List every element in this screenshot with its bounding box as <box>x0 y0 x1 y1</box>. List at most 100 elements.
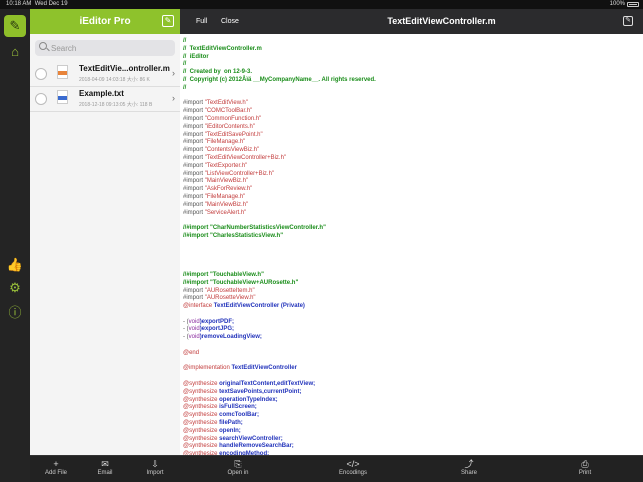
open-in-button[interactable]: ⎘ Open in <box>222 456 254 482</box>
code-line[interactable]: #import "TextEditView.h" <box>183 100 376 108</box>
code-line[interactable]: - (void)exportPDF; <box>183 319 376 327</box>
code-token: //#import "TouchableView.h" <box>183 271 264 278</box>
code-line[interactable] <box>183 311 376 319</box>
select-radio[interactable] <box>35 93 47 105</box>
code-token: #import <box>183 154 205 161</box>
code-token: #import <box>183 209 205 216</box>
home-icon[interactable]: ⌂ <box>6 42 24 60</box>
code-token: "COMCToolBar.h" <box>204 108 253 115</box>
info-icon[interactable]: ⓘ <box>6 302 24 320</box>
code-line[interactable]: //#import "TouchableView+AURosette.h" <box>183 280 376 288</box>
code-line[interactable]: @implementation TextEditViewController <box>183 365 376 373</box>
code-line[interactable]: @synthesize originalTextContent,editText… <box>183 381 376 389</box>
code-line[interactable] <box>183 342 376 350</box>
code-line[interactable] <box>183 373 376 381</box>
code-line[interactable]: @synthesize searchViewController; <box>183 436 376 444</box>
code-token: #import <box>183 287 205 294</box>
code-line[interactable]: #import "FileManage.h" <box>183 139 376 147</box>
code-line[interactable]: #import "AskForReview.h" <box>183 186 376 194</box>
code-line[interactable] <box>183 256 376 264</box>
code-line[interactable]: #import "ContentsViewBiz.h" <box>183 147 376 155</box>
code-line[interactable]: @synthesize filePath; <box>183 420 376 428</box>
code-line[interactable]: - (void)exportJPG; <box>183 326 376 334</box>
code-line[interactable]: #import "iEditorContents.h" <box>183 124 376 132</box>
code-line[interactable]: @end <box>183 350 376 358</box>
code-token: @synthesize <box>183 427 220 434</box>
code-token: "ServiceAlert.h" <box>204 209 247 216</box>
code-line[interactable] <box>183 264 376 272</box>
plus-icon: + <box>53 459 59 469</box>
code-line[interactable]: @synthesize isFullScreen; <box>183 404 376 412</box>
code-line[interactable]: @synthesize operationTypeIndex; <box>183 397 376 405</box>
code-line[interactable] <box>183 358 376 366</box>
import-icon: ⇩ <box>151 459 159 469</box>
code-line[interactable]: //#import "TouchableView.h" <box>183 272 376 280</box>
share-button[interactable]: ⤴ Share <box>454 456 484 482</box>
email-button[interactable]: ✉ Email <box>90 456 120 482</box>
code-line[interactable]: - (void)removeLoadingView; <box>183 334 376 342</box>
code-token: //#import "CharNumberStatisticsViewContr… <box>183 225 326 232</box>
code-line[interactable]: #import "MainViewBiz.h" <box>183 202 376 210</box>
code-line[interactable]: @synthesize textSavePoints,currentPoint; <box>183 389 376 397</box>
open-in-icon: ⎘ <box>234 459 242 469</box>
import-button[interactable]: ⇩ Import <box>140 456 170 482</box>
print-button[interactable]: ⎙ Print <box>571 456 599 482</box>
code-line[interactable]: // Created by on 12-9-3. <box>183 69 376 77</box>
code-line[interactable]: @synthesize openIn; <box>183 428 376 436</box>
code-line[interactable]: #import "TextExporter.h" <box>183 163 376 171</box>
code-line[interactable]: //#import "CharlesStatisticsView.h" <box>183 233 376 241</box>
code-line[interactable]: // TextEditViewController.m <box>183 46 376 54</box>
status-time: 10:18 AM Wed Dec 19 <box>6 1 68 7</box>
code-token: "AskForReview.h" <box>204 186 253 193</box>
code-line[interactable] <box>183 93 376 101</box>
code-token: void <box>188 318 200 325</box>
code-token: // iEditor <box>183 53 209 60</box>
code-line[interactable]: #import "TextEditSavePoint.h" <box>183 132 376 140</box>
file-row[interactable]: Example.txt 2018-12-18 09:13:05 大小: 118 B… <box>30 87 180 112</box>
code-token: @synthesize <box>183 443 220 450</box>
code-line[interactable]: #import "CommonFunction.h" <box>183 116 376 124</box>
thumbs-up-icon[interactable]: 👍 <box>6 256 24 274</box>
code-line[interactable]: #import "FileManage.h" <box>183 194 376 202</box>
edit-icon[interactable]: ✎ <box>623 16 633 26</box>
file-row[interactable]: TextEditVie...ontroller.m 2018-04-09 14:0… <box>30 62 180 87</box>
code-line[interactable]: // iEditor <box>183 54 376 62</box>
code-text[interactable]: //// TextEditViewController.m// iEditor /… <box>183 38 376 455</box>
add-file-button[interactable]: + Add File <box>40 456 72 482</box>
code-line[interactable]: #import "AURosetteView.h" <box>183 295 376 303</box>
code-line[interactable] <box>183 241 376 249</box>
code-line[interactable]: @synthesize handleRemoveSearchBar; <box>183 443 376 451</box>
code-line[interactable]: #import "ListViewController+Biz.h" <box>183 171 376 179</box>
gear-icon[interactable]: ⚙ <box>6 279 24 297</box>
code-line[interactable] <box>183 217 376 225</box>
code-token: void <box>188 334 200 341</box>
code-line[interactable]: // <box>183 85 376 93</box>
code-token: searchViewController; <box>219 435 283 442</box>
compose-icon[interactable]: ✎ <box>162 15 174 27</box>
code-token: "ListViewController+Biz.h" <box>204 170 275 177</box>
code-token: "AURosetteItem.h" <box>204 287 255 294</box>
code-line[interactable]: // <box>183 61 376 69</box>
code-line[interactable]: #import "MainViewBiz.h" <box>183 178 376 186</box>
chevron-right-icon: › <box>172 93 175 103</box>
code-editor[interactable]: //// TextEditViewController.m// iEditor /… <box>180 34 643 455</box>
select-radio[interactable] <box>35 68 47 80</box>
code-token: filePath; <box>219 420 243 427</box>
chevron-right-icon: › <box>172 68 175 78</box>
code-line[interactable] <box>183 249 376 257</box>
code-line[interactable]: @interface TextEditViewController (Priva… <box>183 303 376 311</box>
code-line[interactable]: @synthesize comcToolBar; <box>183 412 376 420</box>
code-token: originalTextContent,editTextView; <box>219 381 316 388</box>
code-token: #import <box>183 186 205 193</box>
code-line[interactable]: // Copyright (c) 2012Åìä __MyCompanyName… <box>183 77 376 85</box>
code-line[interactable]: #import "TextEditViewController+Biz.h" <box>183 155 376 163</box>
code-line[interactable]: #import "AURosetteItem.h" <box>183 288 376 296</box>
code-line[interactable]: #import "COMCToolBar.h" <box>183 108 376 116</box>
code-token: "TextEditSavePoint.h" <box>204 131 263 138</box>
code-line[interactable]: //#import "CharNumberStatisticsViewContr… <box>183 225 376 233</box>
battery-percent: 100% <box>609 1 625 7</box>
code-line[interactable]: // <box>183 38 376 46</box>
code-line[interactable]: #import "ServiceAlert.h" <box>183 210 376 218</box>
search-input[interactable] <box>51 40 171 56</box>
encodings-button[interactable]: </> Encodings <box>335 456 371 482</box>
